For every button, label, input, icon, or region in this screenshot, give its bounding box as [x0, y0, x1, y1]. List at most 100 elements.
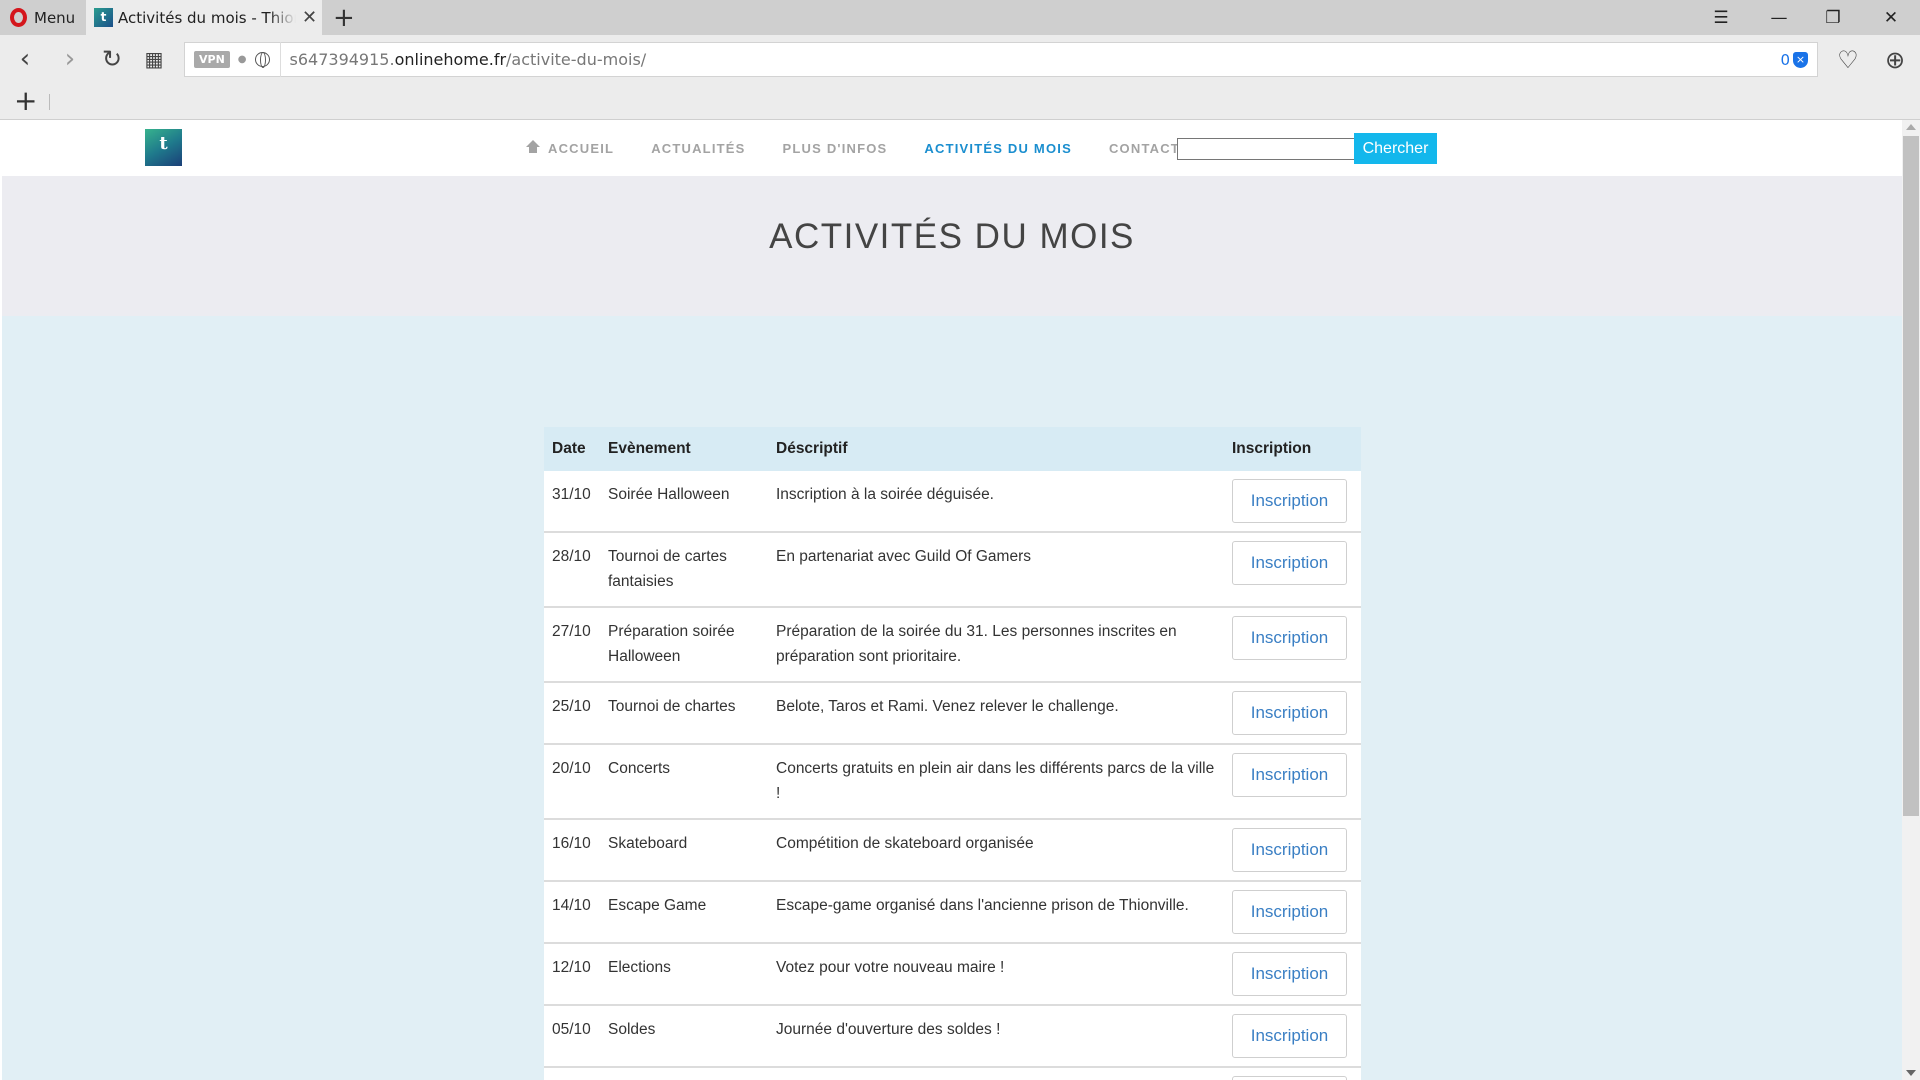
- cell-date: 28/10: [552, 548, 591, 565]
- cell-event: Soirée Halloween: [608, 486, 730, 503]
- minimize-button[interactable]: —: [1750, 0, 1808, 35]
- separator-dot: ●: [237, 54, 247, 65]
- cell-description: Préparation de la soirée du 31. Les pers…: [776, 623, 1177, 665]
- inscription-button[interactable]: Inscription: [1232, 541, 1347, 585]
- site-favicon-icon: t: [94, 8, 113, 27]
- globe-icon[interactable]: [254, 52, 270, 68]
- inscription-button[interactable]: Inscription: [1232, 753, 1347, 797]
- inscription-button[interactable]: Inscription: [1232, 952, 1347, 996]
- cell-event: Soldes: [608, 1021, 656, 1038]
- page-scrollbar[interactable]: [1902, 120, 1920, 1080]
- table-row: 14/10 Escape Game Escape-game organisé dan…: [544, 881, 1361, 943]
- table-row: 31/10 Soirée Halloween Inscription à la so…: [544, 471, 1361, 532]
- nav-activites-du-mois[interactable]: ACTIVITÉS DU MOIS: [924, 141, 1072, 156]
- inscription-button[interactable]: Inscription: [1232, 890, 1347, 934]
- home-icon: [526, 140, 540, 154]
- active-tab[interactable]: t Activités du mois - Thionville ✕: [86, 0, 322, 35]
- download-icon[interactable]: ⊕: [1879, 44, 1911, 76]
- url-subdomain: s647394915.: [289, 50, 395, 69]
- site-navbar: t ACCUEIL ACTUALITÉS PLUS D'INFOS ACTIVI…: [2, 120, 1902, 176]
- shield-icon: ×: [1793, 52, 1808, 68]
- cell-event: Préparation soirée Halloween: [608, 623, 735, 665]
- cell-date: 16/10: [552, 835, 591, 852]
- cell-inscription: Inscription: [1224, 881, 1361, 943]
- inscription-button[interactable]: Inscription: [1232, 828, 1347, 872]
- header-date: Date: [552, 440, 586, 457]
- cell-date: 05/10: [552, 1021, 591, 1038]
- events-table: Date Evènement Déscriptif Inscription 31…: [544, 427, 1361, 1080]
- cell-inscription: Inscription: [1224, 819, 1361, 881]
- header-inscription: Inscription: [1232, 440, 1312, 457]
- cell-inscription: Inscription: [1224, 471, 1361, 532]
- url-host: onlinehome.fr: [394, 50, 507, 69]
- events-table-body: 31/10 Soirée Halloween Inscription à la so…: [544, 471, 1361, 1080]
- cell-date: 12/10: [552, 959, 591, 976]
- scroll-thumb[interactable]: [1903, 136, 1919, 816]
- search-button[interactable]: Chercher: [1354, 133, 1437, 164]
- url-divider: [279, 42, 281, 77]
- url-path: /activite-du-mois/: [506, 50, 647, 69]
- search-input[interactable]: [1177, 138, 1355, 160]
- restore-button[interactable]: ❐: [1804, 0, 1862, 35]
- speed-dial-grid-icon[interactable]: ▦: [138, 43, 170, 75]
- menu-label: Menu: [34, 8, 76, 27]
- nav-actualites[interactable]: ACTUALITÉS: [651, 141, 745, 156]
- cell-event: Escape Game: [608, 897, 707, 914]
- scroll-down-arrow-icon[interactable]: [1906, 1070, 1916, 1076]
- table-row: 05/10 Soldes Journée d'ouverture des solde…: [544, 1005, 1361, 1067]
- cell-date: [544, 1067, 600, 1080]
- cell-inscription: Inscription: [1224, 943, 1361, 1005]
- close-tab-icon[interactable]: ✕: [302, 7, 317, 28]
- inscription-button[interactable]: Inscription: [1232, 691, 1347, 735]
- table-row: 27/10 Préparation soirée Halloween Prépara…: [544, 607, 1361, 682]
- address-field[interactable]: VPN ● s647394915.onlinehome.fr/activite-…: [184, 42, 1818, 77]
- cell-event: Skateboard: [608, 835, 688, 852]
- cell-event: Tournoi de chartes: [608, 698, 736, 715]
- cell-description: Votez pour votre nouveau maire !: [776, 959, 1005, 976]
- page-title: ACTIVITÉS DU MOIS: [769, 217, 1135, 256]
- inscription-button[interactable]: Inscription: [1232, 1014, 1347, 1058]
- nav-accueil-label: ACCUEIL: [548, 140, 615, 156]
- url-text[interactable]: s647394915.onlinehome.fr/activite-du-moi…: [290, 50, 647, 69]
- cell-inscription: Inscription: [1224, 1067, 1361, 1080]
- vpn-badge[interactable]: VPN: [194, 51, 230, 68]
- nav-accueil[interactable]: ACCUEIL: [526, 140, 615, 156]
- table-header-row: Date Evènement Déscriptif Inscription: [544, 427, 1361, 471]
- site-logo[interactable]: t: [145, 129, 182, 166]
- cell-inscription: Inscription: [1224, 607, 1361, 682]
- new-tab-button[interactable]: +: [333, 3, 355, 33]
- table-row: Inscription: [544, 1067, 1361, 1080]
- heart-icon[interactable]: ♡: [1832, 44, 1864, 76]
- tab-menu-icon[interactable]: ☰: [1692, 0, 1750, 35]
- inscription-button[interactable]: Inscription: [1232, 616, 1347, 660]
- nav-plus-infos[interactable]: PLUS D'INFOS: [783, 141, 888, 156]
- cell-date: 14/10: [552, 897, 591, 914]
- close-window-button[interactable]: ✕: [1862, 0, 1920, 35]
- table-row: 12/10 Elections Votez pour votre nouveau m…: [544, 943, 1361, 1005]
- forward-arrow-icon[interactable]: ›: [54, 43, 86, 75]
- cell-event: Concerts: [608, 760, 671, 777]
- inscription-button[interactable]: Inscription: [1232, 479, 1347, 523]
- reload-icon[interactable]: ↻: [96, 43, 128, 75]
- scroll-up-arrow-icon[interactable]: [1906, 124, 1916, 130]
- inscription-button[interactable]: Inscription: [1232, 1076, 1347, 1080]
- bookmarks-bar: +: [0, 84, 1920, 120]
- cell-description: [768, 1067, 1224, 1080]
- browser-tab-bar: Menu t Activités du mois - Thionville ✕ …: [0, 0, 1920, 35]
- table-row: 20/10 Concerts Concerts gratuits en plein …: [544, 744, 1361, 819]
- opera-menu-button[interactable]: Menu: [0, 0, 84, 35]
- table-row: 16/10 Skateboard Compétition de skateboard…: [544, 819, 1361, 881]
- add-bookmark-button[interactable]: +: [14, 84, 37, 118]
- adblocker-indicator[interactable]: 0 ×: [1780, 51, 1808, 69]
- page-header: ACTIVITÉS DU MOIS: [2, 176, 1902, 316]
- main-menu: ACCUEIL ACTUALITÉS PLUS D'INFOS ACTIVITÉ…: [526, 120, 1227, 176]
- tab-title: Activités du mois - Thionville: [118, 8, 296, 27]
- cell-description: Inscription à la soirée déguisée.: [776, 486, 994, 503]
- cell-description: En partenariat avec Guild Of Gamers: [776, 548, 1032, 565]
- cell-inscription: Inscription: [1224, 532, 1361, 607]
- header-description: Déscriptif: [776, 440, 848, 457]
- back-arrow-icon[interactable]: ‹: [9, 43, 41, 75]
- cell-inscription: Inscription: [1224, 1005, 1361, 1067]
- cell-description: Concerts gratuits en plein air dans les …: [776, 760, 1215, 802]
- table-row: 25/10 Tournoi de chartes Belote, Taros et …: [544, 682, 1361, 744]
